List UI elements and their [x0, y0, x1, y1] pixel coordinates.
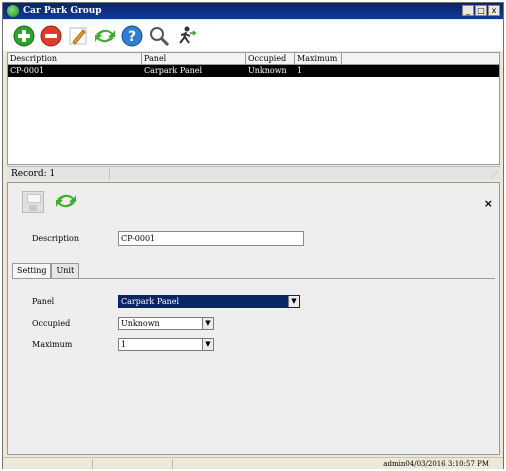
- record-count: Record: 1: [11, 168, 56, 179]
- add-icon[interactable]: [11, 23, 36, 48]
- tab-unit[interactable]: Unit: [51, 263, 80, 278]
- status-panel: [93, 458, 173, 469]
- occupied-value: Unknown: [121, 319, 160, 328]
- divider: [109, 168, 111, 179]
- main-window: Car Park Group _ □ x ? Description Panel…: [2, 2, 504, 469]
- maximize-button[interactable]: □: [475, 5, 487, 16]
- close-window-button[interactable]: x: [488, 5, 500, 16]
- exit-icon[interactable]: [173, 23, 198, 48]
- status-panel: [3, 458, 93, 469]
- column-header[interactable]: Maximum: [295, 53, 342, 64]
- occupied-row: Occupied Unknown ▼: [32, 317, 214, 330]
- resize-grip-icon[interactable]: ⋰: [490, 170, 498, 179]
- edit-icon[interactable]: [65, 23, 90, 48]
- panel-select[interactable]: Carpark Panel ▼: [118, 295, 300, 308]
- minimize-button[interactable]: _: [462, 5, 474, 16]
- column-header[interactable]: Occupied: [246, 53, 295, 64]
- maximum-value: 1: [121, 340, 127, 349]
- chevron-down-icon[interactable]: ▼: [202, 339, 213, 350]
- record-bar: Record: 1 ⋰: [7, 166, 500, 180]
- maximum-row: Maximum 1 ▼: [32, 338, 214, 351]
- help-icon[interactable]: ?: [119, 23, 144, 48]
- column-header[interactable]: Panel: [142, 53, 246, 64]
- close-icon[interactable]: ×: [484, 197, 493, 210]
- panel-value: Carpark Panel: [121, 297, 180, 306]
- table-cell: 1: [297, 66, 303, 75]
- refresh-icon[interactable]: [92, 23, 117, 48]
- tab-strip: Setting Unit: [12, 263, 80, 278]
- description-row: Description CP-0001: [32, 231, 304, 246]
- table-cell: Unknown: [248, 66, 287, 75]
- app-icon: [7, 5, 19, 17]
- tab-setting[interactable]: Setting: [12, 263, 52, 278]
- description-field[interactable]: CP-0001: [118, 231, 304, 246]
- title-bar[interactable]: Car Park Group _ □ x: [3, 3, 503, 19]
- table-header: Description Panel Occupied Maximum: [8, 53, 499, 65]
- svg-text:?: ?: [127, 29, 135, 45]
- save-icon[interactable]: [22, 191, 44, 213]
- refresh-icon[interactable]: [54, 190, 78, 215]
- chevron-down-icon[interactable]: ▼: [288, 296, 299, 307]
- window-title: Car Park Group: [23, 6, 102, 16]
- maximum-select[interactable]: 1 ▼: [118, 338, 214, 351]
- column-header[interactable]: Description: [8, 53, 142, 64]
- status-info: admin04/03/2016 3:10:57 PM: [383, 459, 489, 468]
- toolbar: ?: [3, 20, 503, 51]
- occupied-label: Occupied: [32, 319, 71, 328]
- chevron-down-icon[interactable]: ▼: [202, 318, 213, 329]
- table-cell: Carpark Panel: [144, 66, 203, 75]
- table-cell: CP-0001: [10, 66, 45, 75]
- status-bar: admin04/03/2016 3:10:57 PM: [3, 457, 503, 469]
- panel-row: Panel Carpark Panel ▼: [32, 295, 300, 308]
- search-icon[interactable]: [146, 23, 171, 48]
- detail-toolbar: [8, 183, 499, 221]
- delete-icon[interactable]: [38, 23, 63, 48]
- occupied-select[interactable]: Unknown ▼: [118, 317, 214, 330]
- description-label: Description: [32, 234, 79, 243]
- table-row[interactable]: CP-0001 Carpark Panel Unknown 1: [8, 65, 499, 77]
- maximum-label: Maximum: [32, 340, 73, 349]
- group-table[interactable]: Description Panel Occupied Maximum CP-00…: [7, 52, 500, 165]
- panel-label: Panel: [32, 297, 55, 306]
- detail-panel: × Description CP-0001 Setting Unit Panel…: [7, 182, 500, 455]
